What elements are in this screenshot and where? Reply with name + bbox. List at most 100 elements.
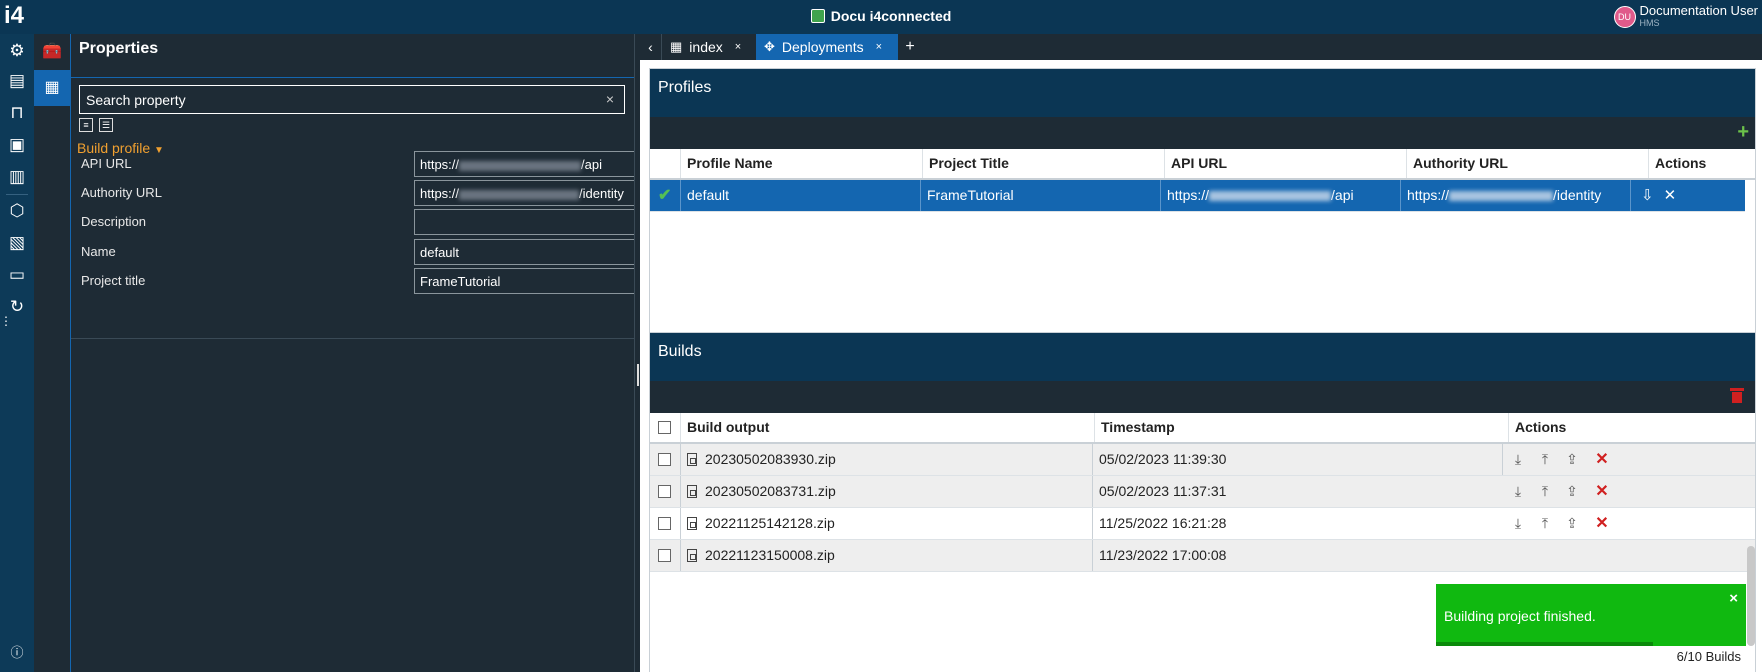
row-checkbox[interactable] (658, 485, 671, 498)
tab-label: index (689, 39, 723, 55)
app-icon (810, 9, 825, 23)
title-bar: i4 Docu i4connected DU Documentation Use… (0, 0, 1762, 34)
table-row[interactable]: 20230502083731.zip 05/02/2023 11:37:31 ⤓… (650, 476, 1755, 508)
table-row[interactable]: 20221125142128.zip 11/25/2022 16:21:28 ⤓… (650, 508, 1755, 540)
table-row[interactable]: 20230502083930.zip 05/02/2023 11:39:30 ⤓… (650, 444, 1755, 476)
row-checkbox[interactable] (658, 549, 671, 562)
download-icon[interactable]: ⤓ (1508, 444, 1528, 475)
build-icon[interactable]: ⇩ (1641, 180, 1654, 211)
publish-icon[interactable]: ⇪ (1562, 476, 1582, 507)
delete-icon[interactable]: ✕ (1592, 444, 1612, 475)
publish-icon[interactable]: ⇪ (1562, 508, 1582, 539)
device-icon[interactable]: ⊓ (6, 102, 28, 124)
crosshair-icon: ✥ (764, 39, 775, 54)
column-header: Actions (1508, 413, 1755, 442)
column-header[interactable]: Profile Name (680, 149, 922, 178)
timestamp-cell: 11/23/2022 17:00:08 (1092, 540, 1504, 571)
search-property-input[interactable] (79, 85, 625, 114)
description-field[interactable] (414, 209, 635, 235)
select-all-checkbox[interactable] (658, 421, 671, 434)
download-icon[interactable]: ⤓ (1508, 476, 1528, 507)
select-all-column (650, 413, 680, 442)
user-info: Documentation User HMS (1640, 4, 1759, 30)
builds-count: 6/10 Builds (1676, 649, 1741, 664)
package-icon[interactable]: ⬡ (6, 200, 28, 222)
api-url-field[interactable]: https:///api (414, 151, 635, 177)
close-icon[interactable]: × (1729, 590, 1738, 607)
archive-icon[interactable]: ▭ (6, 264, 28, 286)
table-row[interactable]: ✔ default FrameTutorial https:///api htt… (650, 180, 1745, 212)
add-tab-button[interactable]: + (898, 34, 922, 60)
column-header[interactable]: API URL (1164, 149, 1406, 178)
builds-title: Builds (650, 333, 1755, 381)
tab-deployments[interactable]: ✥ Deployments × (756, 34, 898, 60)
close-icon[interactable]: × (735, 41, 741, 53)
close-icon[interactable]: × (876, 41, 882, 53)
delete-icon[interactable]: ✕ (1592, 508, 1612, 539)
splitter-grip[interactable] (637, 364, 639, 386)
add-profile-button[interactable]: + (1737, 122, 1749, 142)
properties-icon[interactable]: ▦ (34, 70, 70, 106)
user-org: HMS (1639, 18, 1660, 28)
row-checkbox[interactable] (658, 453, 671, 466)
trash-icon[interactable] (1730, 388, 1744, 403)
image-icon[interactable]: ▣ (6, 134, 28, 156)
rail-divider (6, 194, 28, 195)
monitor-settings-icon[interactable]: ▧ (6, 232, 28, 254)
toolbox-icon[interactable]: 🧰 (34, 34, 70, 70)
builds-scrollbar[interactable] (1747, 546, 1755, 646)
column-header[interactable]: Build output (680, 413, 1094, 442)
check-icon: ✔ (658, 187, 672, 204)
machine-icon[interactable]: ▥ (6, 166, 28, 188)
table-row[interactable]: 20221123150008.zip 11/23/2022 17:00:08 (650, 540, 1755, 572)
authority-url-field[interactable]: https:///identity (414, 180, 635, 206)
user-menu[interactable]: DU Documentation User HMS (1613, 3, 1759, 31)
property-label: Name (81, 244, 116, 259)
property-label: Project title (81, 273, 146, 288)
info-icon[interactable]: ⓘ (6, 642, 28, 664)
download-icon[interactable]: ⤓ (1508, 508, 1528, 539)
property-row-authority-url: Authority URL https:///identity (81, 180, 635, 207)
profile-name-cell: default (680, 180, 920, 211)
list-view-icon[interactable]: ≡ (79, 118, 93, 132)
detail-view-icon[interactable]: ☰ (99, 118, 113, 132)
upload-icon[interactable]: ⤒ (1535, 444, 1555, 475)
profiles-table-header: Profile Name Project Title API URL Autho… (650, 149, 1755, 180)
deployments-view: Profiles + Profile Name Project Title AP… (640, 60, 1762, 672)
dashboard-icon[interactable]: ▤ (6, 70, 28, 92)
tab-index[interactable]: ▦ index × (662, 34, 749, 60)
timestamp-cell: 11/25/2022 16:21:28 (1092, 508, 1504, 539)
property-row-name: Name default (81, 239, 635, 266)
toast-progress (1436, 642, 1653, 646)
column-header[interactable]: Timestamp (1094, 413, 1508, 442)
name-field[interactable]: default (414, 239, 635, 265)
timestamp-cell: 05/02/2023 11:39:30 (1092, 444, 1504, 475)
avatar[interactable]: DU (1613, 6, 1636, 28)
delete-icon[interactable]: ✕ (1592, 476, 1612, 507)
row-checkbox[interactable] (658, 517, 671, 530)
project-title-field[interactable]: FrameTutorial (414, 268, 635, 294)
tab-back-button[interactable]: ‹ (640, 34, 662, 60)
upload-icon[interactable]: ⤒ (1535, 476, 1555, 507)
column-header[interactable]: Authority URL (1406, 149, 1648, 178)
user-name: Documentation User (1639, 3, 1759, 18)
api-url-cell: https:///api (1160, 180, 1400, 211)
settings-gear-icon[interactable]: ⚙ (6, 40, 28, 62)
publish-icon[interactable]: ⇪ (1562, 444, 1582, 475)
grid-icon: ▦ (670, 39, 683, 54)
delete-icon[interactable]: ✕ (1664, 180, 1677, 211)
timestamp-cell: 05/02/2023 11:37:31 (1092, 476, 1504, 507)
more-dots-icon[interactable]: ⋮ (0, 310, 12, 332)
redacted-host (459, 189, 580, 200)
tab-bar: ‹ ▦ index × ✥ Deployments × + (640, 34, 1762, 60)
profiles-toolbar: + (650, 117, 1755, 149)
search-clear-icon[interactable]: × (601, 89, 619, 109)
build-output-cell: 20230502083930.zip (680, 444, 1092, 475)
builds-table-header: Build output Timestamp Actions (650, 413, 1755, 444)
profiles-title: Profiles (650, 69, 1755, 117)
builds-toolbar (650, 381, 1755, 413)
properties-title: Properties (71, 34, 634, 78)
toast-message: Building project finished. (1444, 608, 1596, 624)
column-header[interactable]: Project Title (922, 149, 1164, 178)
upload-icon[interactable]: ⤒ (1535, 508, 1555, 539)
